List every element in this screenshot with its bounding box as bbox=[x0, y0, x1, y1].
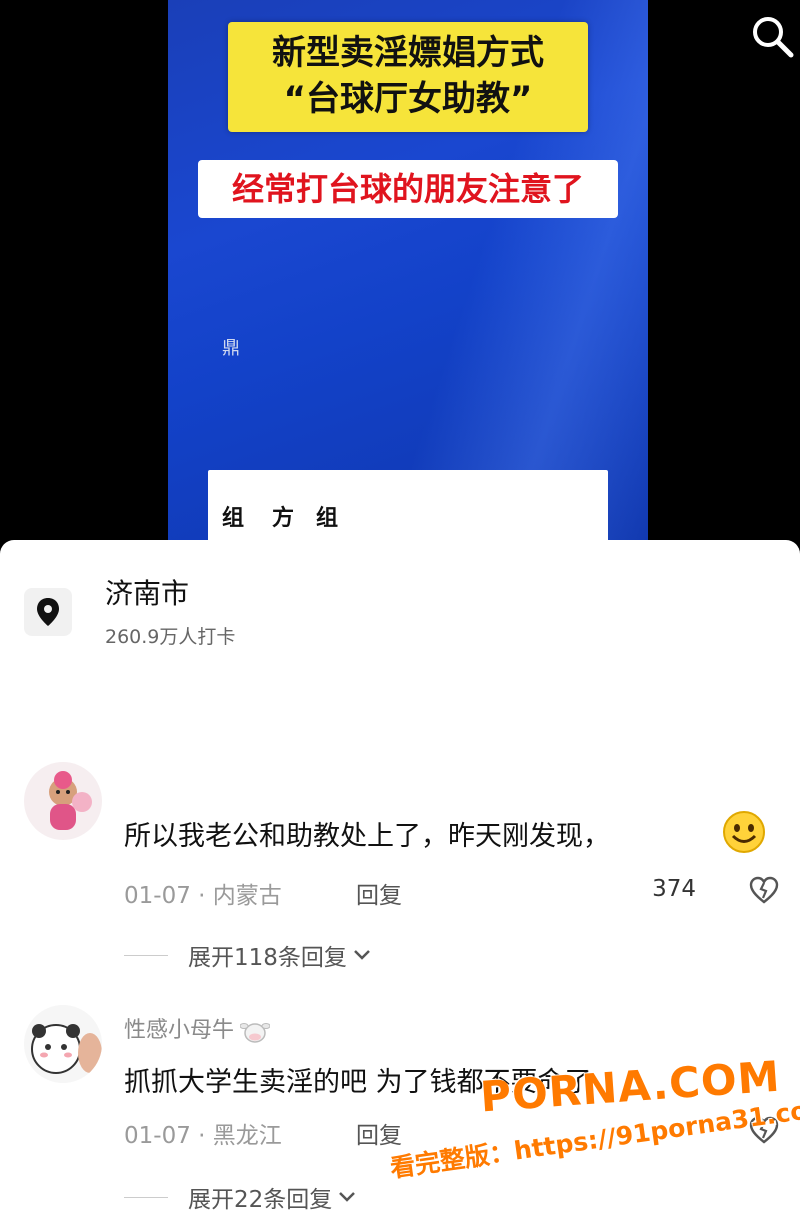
expand-replies-label: 展开118条回复 bbox=[188, 945, 347, 971]
comment-date: 01-07 bbox=[124, 1123, 191, 1149]
comment-text: 所以我老公和助教处上了，昨天刚发现， bbox=[124, 821, 610, 852]
smile-emoji-icon bbox=[723, 811, 765, 853]
expand-replies-label: 展开22条回复 bbox=[188, 1187, 333, 1213]
doll-avatar-image bbox=[49, 771, 92, 830]
search-icon[interactable] bbox=[748, 12, 796, 60]
meta-separator: · bbox=[198, 883, 213, 909]
comment-date: 01-07 bbox=[124, 883, 191, 909]
comment-region: 内蒙古 bbox=[212, 883, 282, 909]
expand-divider bbox=[124, 1196, 168, 1198]
cow-emoji-icon bbox=[240, 1023, 271, 1043]
location-name[interactable]: 济南市 bbox=[105, 572, 189, 612]
comment-region: 黑龙江 bbox=[212, 1123, 282, 1149]
video-subtitle: 经常打台球的朋友注意了 bbox=[231, 170, 584, 208]
heart-dislike-icon[interactable] bbox=[748, 874, 780, 906]
reply-button[interactable]: 回复 bbox=[356, 876, 402, 910]
doc-text-2: 方 bbox=[272, 506, 295, 531]
video-area[interactable]: 新型卖淫嫖娼方式 “台球厅女助教” 经常打台球的朋友注意了 鼎 组 方 组 bbox=[0, 0, 800, 545]
location-pin-icon bbox=[37, 598, 59, 626]
chevron-down-icon bbox=[339, 1192, 356, 1202]
avatar[interactable] bbox=[24, 1005, 102, 1083]
video-small-mark: 鼎 bbox=[222, 338, 240, 359]
document-card: 组 方 组 bbox=[208, 470, 608, 545]
expand-divider bbox=[124, 954, 168, 956]
comment-username[interactable]: 性感小母牛 bbox=[124, 1012, 271, 1044]
bear-avatar-image bbox=[31, 1024, 102, 1074]
chevron-down-icon bbox=[354, 950, 370, 960]
comment-username-text: 性感小母牛 bbox=[124, 1018, 235, 1043]
video-title-line1: 新型卖淫嫖娼方式 bbox=[272, 33, 544, 73]
like-count: 374 bbox=[652, 876, 696, 902]
video-title-line2: “台球厅女助教” bbox=[283, 79, 533, 119]
video-subtitle-banner: 经常打台球的朋友注意了 bbox=[198, 160, 618, 218]
avatar[interactable] bbox=[24, 762, 102, 840]
comment-sheet: 济南市 260.9万人打卡 所以我老公和助教处上了，昨天刚发现， 01-07 ·… bbox=[0, 540, 800, 1222]
video-title-banner: 新型卖淫嫖娼方式 “台球厅女助教” bbox=[228, 22, 588, 132]
doc-text-1: 组 bbox=[222, 506, 245, 531]
reply-button[interactable]: 回复 bbox=[356, 1116, 402, 1150]
comment-meta: 01-07 · 黑龙江 bbox=[124, 1116, 282, 1150]
location-card-icon[interactable] bbox=[24, 588, 72, 636]
doc-text-3: 组 bbox=[316, 506, 339, 531]
expand-replies-button[interactable]: 展开22条回复 bbox=[124, 1180, 358, 1214]
expand-replies-button[interactable]: 展开118条回复 bbox=[124, 938, 373, 972]
location-checkin-count: 260.9万人打卡 bbox=[105, 626, 236, 648]
comment-meta: 01-07 · 内蒙古 bbox=[124, 876, 282, 910]
meta-separator: · bbox=[198, 1123, 213, 1149]
